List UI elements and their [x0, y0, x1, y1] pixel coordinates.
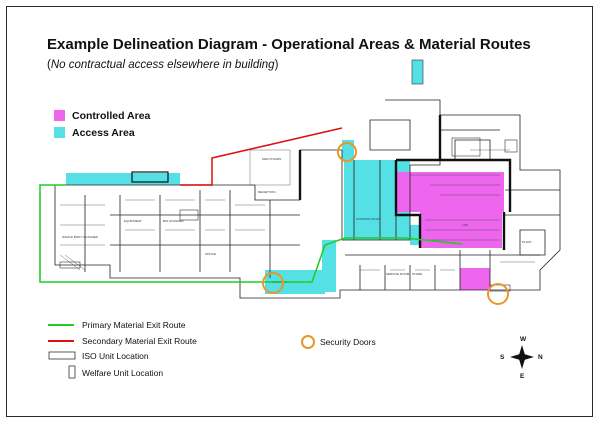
- room-label: MAIN STAIRS: [262, 157, 281, 161]
- room-label: SERVICE ROOM: [386, 272, 410, 276]
- compass-w: W: [520, 336, 527, 343]
- security-doors-label: Security Doors: [320, 337, 376, 347]
- secondary-route-label: Secondary Material Exit Route: [82, 336, 197, 346]
- room-label: WHOLE BODY SCANNER: [62, 235, 99, 239]
- secondary-exit-route: [180, 127, 343, 186]
- compass-s: S: [500, 354, 505, 361]
- floor-plan: EQUIPMENT BIO SCANNER RECEPTION MAIN STA…: [39, 59, 561, 380]
- iso-unit-key-icon: [48, 351, 76, 360]
- controlled-area-label: Controlled Area: [72, 110, 151, 122]
- access-area-swatch: [54, 127, 65, 138]
- welfare-unit-key-icon: [68, 365, 76, 379]
- security-door-marker: [487, 283, 509, 305]
- room-label: EQUIPMENT: [124, 219, 142, 223]
- room-label: OFFICE: [205, 252, 216, 256]
- iso-unit-label: ISO Unit Location: [82, 351, 149, 361]
- room-label: RECEPTION: [258, 190, 276, 194]
- controlled-area-swatch: [54, 110, 65, 121]
- room-label: BIO SCANNER: [163, 219, 185, 223]
- room-label: CONTROL ROOM: [356, 217, 381, 221]
- room-label: STORE: [412, 272, 422, 276]
- security-door-key-icon: [301, 335, 315, 349]
- compass-e: E: [520, 373, 525, 380]
- room-label: PLANT: [522, 240, 532, 244]
- compass-n: N: [538, 354, 543, 361]
- room-label: LAB: [462, 223, 468, 227]
- compass-rose-icon: W S N E: [500, 336, 543, 380]
- access-area-label: Access Area: [72, 127, 135, 139]
- primary-route-label: Primary Material Exit Route: [82, 320, 186, 330]
- welfare-unit-label: Welfare Unit Location: [82, 368, 164, 378]
- access-areas: [66, 59, 436, 294]
